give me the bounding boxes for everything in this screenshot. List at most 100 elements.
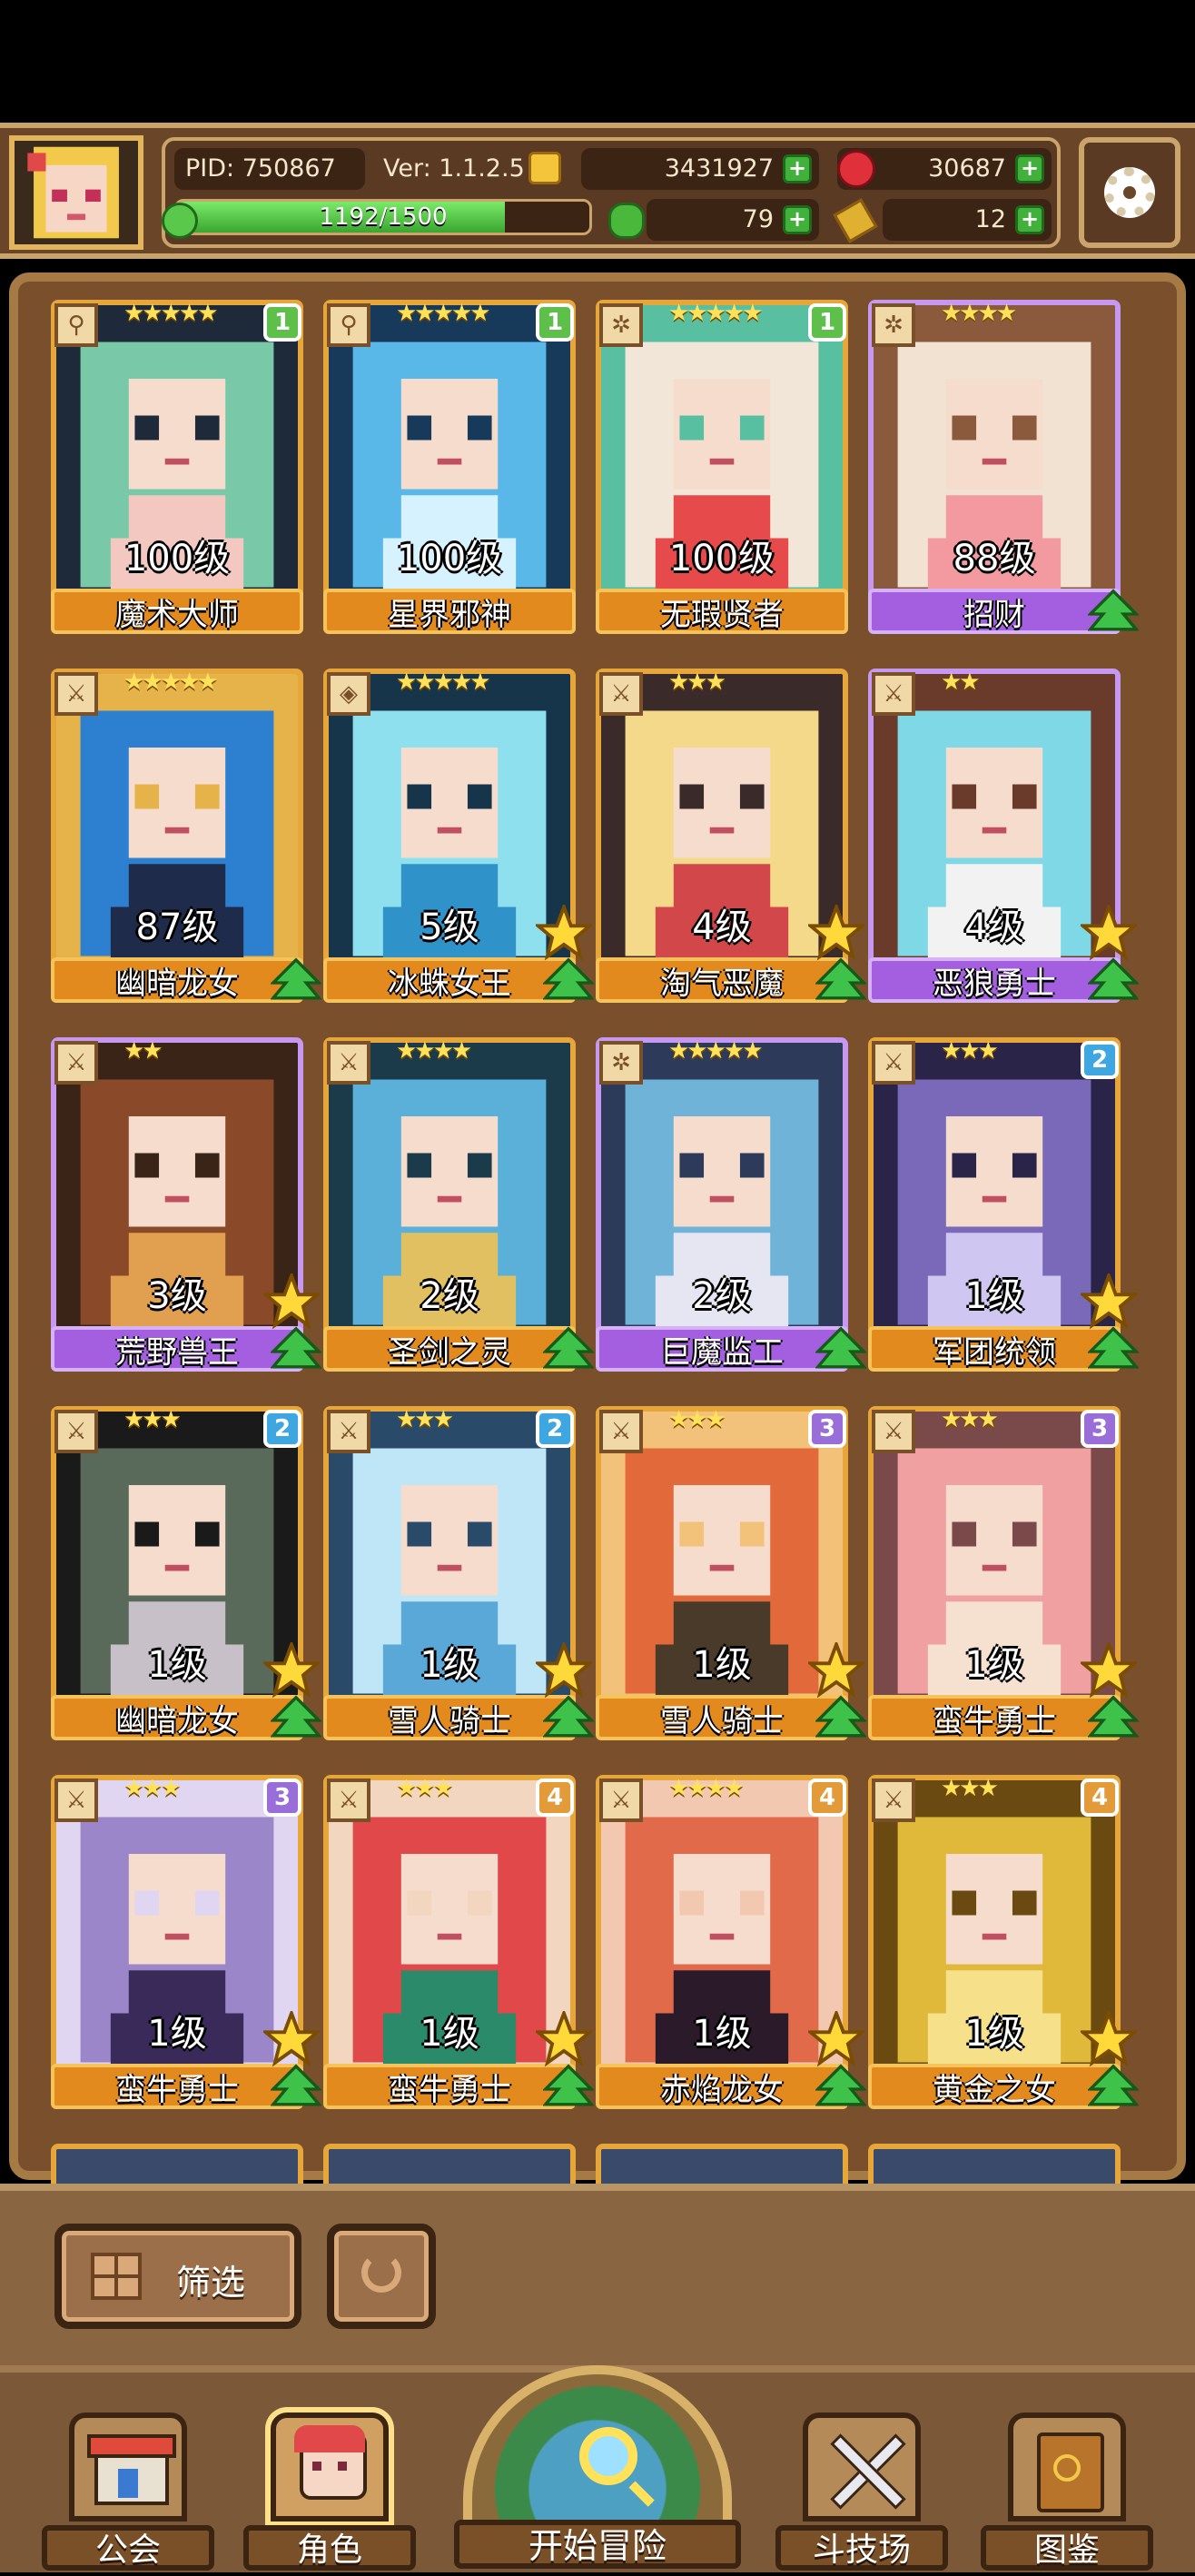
class-icon: ⚔ [327,1041,370,1085]
character-card[interactable]: ⚔ ★★★ 3 1级 雪人骑士 [596,1406,868,1744]
character-card[interactable]: ⚔ ★★★ 3 1级 蛮牛勇士 [868,1406,1141,1744]
character-card[interactable]: ⚔ ★★★★ 2级 圣剑之灵 [323,1037,596,1375]
character-card[interactable]: ⚔ ★★★ 4级 淘气恶魔 [596,669,868,1006]
character-card-partial[interactable] [323,2144,576,2184]
gear-icon [1104,167,1155,218]
character-name: 雪人骑士 [596,1695,848,1740]
filter-button[interactable]: 筛选 [54,2224,301,2329]
rarity-stars: ★★★ [396,1406,454,1433]
add-gems-button[interactable]: + [1015,154,1044,183]
rank-badge: 2 [536,1410,574,1448]
upgrade-arrow-icon [541,1326,596,1377]
character-name: 蛮牛勇士 [51,2064,303,2109]
character-name: 星界邪神 [323,589,576,634]
character-name: 冰蛛女王 [323,957,576,1003]
character-name: 恶狼勇士 [868,957,1121,1003]
character-card[interactable]: ◈ ★★★★★ 5级 冰蛛女王 [323,669,596,1006]
upgrade-arrow-icon [541,2064,596,2115]
rarity-stars: ★★★ [941,1037,999,1065]
rarity-stars: ★★★★★ [668,300,764,327]
nav-character[interactable]: 角色 [243,2413,416,2576]
rank-badge: 4 [808,1778,846,1817]
rarity-stars: ★★★★★ [123,300,219,327]
character-name: 赤焰龙女 [596,2064,848,2109]
nav-guild[interactable]: 公会 [42,2413,214,2576]
character-level: 2级 [420,1275,479,1317]
star-up-icon [261,1271,322,1330]
character-card[interactable]: ⚔ ★★ 3级 荒野兽王 [51,1037,323,1375]
character-card[interactable]: ✲ ★★★★★ 2级 巨魔监工 [596,1037,868,1375]
character-card-partial[interactable] [51,2144,303,2184]
nav-codex[interactable]: 图鉴 [981,2413,1153,2576]
key-counter: 12 + [883,199,1052,241]
character-card[interactable]: ⚲ ★★★★★ 1 100级 魔术大师 [51,300,305,638]
class-icon: ⚔ [872,1778,915,1822]
rank-badge: 2 [1081,1041,1119,1079]
character-card[interactable]: ⚔ ★★★ 2 1级 军团统领 [868,1037,1141,1375]
character-card[interactable]: ⚔ ★★★ 4 1级 蛮牛勇士 [323,1775,596,2113]
character-card[interactable]: ⚔ ★★★ 3 1级 蛮牛勇士 [51,1775,323,2113]
nav-arena-label: 斗技场 [775,2525,948,2571]
add-clover-button[interactable]: + [783,205,812,234]
star-up-icon [1078,2008,1140,2067]
character-card[interactable]: ⚔ ★★★ 4 1级 黄金之女 [868,1775,1141,2113]
player-info-panel: PID: 750867 Ver: 1.1.2.5 3431927 + 30687… [162,137,1061,248]
refresh-button[interactable] [327,2224,436,2329]
rank-badge: 4 [1081,1778,1119,1817]
character-card-partial[interactable] [596,2144,848,2184]
character-name: 巨魔监工 [596,1326,848,1372]
class-icon: ✲ [872,303,915,347]
settings-button[interactable] [1079,137,1180,248]
character-face-icon [271,2413,389,2522]
upgrade-arrow-icon [541,957,596,1008]
rarity-stars: ★★★ [941,1406,999,1433]
class-icon: ✲ [599,1041,643,1085]
class-icon: ⚔ [872,672,915,716]
nav-start-adventure[interactable]: 开始冒险 [454,2365,741,2572]
star-up-icon [533,2008,595,2067]
nav-arena[interactable]: 斗技场 [775,2413,948,2576]
class-icon: ⚔ [599,672,643,716]
add-gold-button[interactable]: + [783,154,812,183]
class-icon: ⚔ [599,1410,643,1453]
character-card[interactable]: ⚲ ★★★★★ 1 100级 星界邪神 [323,300,578,638]
star-up-icon [805,902,867,961]
character-card[interactable]: ⚔ ★★★★ 4 1级 赤焰龙女 [596,1775,868,2113]
player-avatar[interactable] [9,135,143,250]
class-icon: ⚔ [599,1778,643,1822]
character-card[interactable]: ⚔ ★★★ 2 1级 幽暗龙女 [51,1406,323,1744]
character-card-partial[interactable] [868,2144,1121,2184]
clover-value: 79 [742,205,774,233]
xp-text: 1192/1500 [319,203,448,231]
rank-badge: 3 [808,1410,846,1448]
upgrade-arrow-icon [814,1695,868,1746]
rank-badge: 3 [263,1778,301,1817]
rank-badge: 1 [536,303,574,342]
character-card[interactable]: ⚔ ★★★★★ 87级 幽暗龙女 [51,669,323,1006]
character-card[interactable]: ⚔ ★★ 4级 恶狼勇士 [868,669,1141,1006]
guild-building-icon [69,2413,187,2522]
character-card[interactable]: ⚔ ★★★ 2 1级 雪人骑士 [323,1406,596,1744]
xp-bar: 1192/1500 [174,199,592,235]
class-icon: ⚲ [327,303,370,347]
rarity-stars: ★★★ [396,1775,454,1802]
character-card[interactable]: ✲ ★★★★ 88级 招财 [868,300,1141,638]
class-icon: ⚲ [54,303,98,347]
nav-adventure-label: 开始冒险 [454,2520,741,2569]
star-up-icon [533,902,595,961]
magnifier-icon [579,2427,637,2485]
nav-codex-label: 图鉴 [981,2525,1153,2571]
character-name: 荒野兽王 [51,1326,303,1372]
upgrade-arrow-icon [269,2064,323,2115]
rarity-stars: ★★★★ [668,1775,745,1802]
character-name: 黄金之女 [868,2064,1121,2109]
character-level: 100级 [396,538,503,580]
class-icon: ⚔ [327,1410,370,1453]
character-name: 招财 [868,589,1121,634]
rarity-stars: ★★★ [123,1775,182,1802]
star-up-icon [1078,1271,1140,1330]
grid-icon [91,2253,142,2300]
add-keys-button[interactable]: + [1015,205,1044,234]
character-card[interactable]: ✲ ★★★★★ 1 100级 无瑕贤者 [596,300,850,638]
upgrade-arrow-icon [1086,1695,1141,1746]
